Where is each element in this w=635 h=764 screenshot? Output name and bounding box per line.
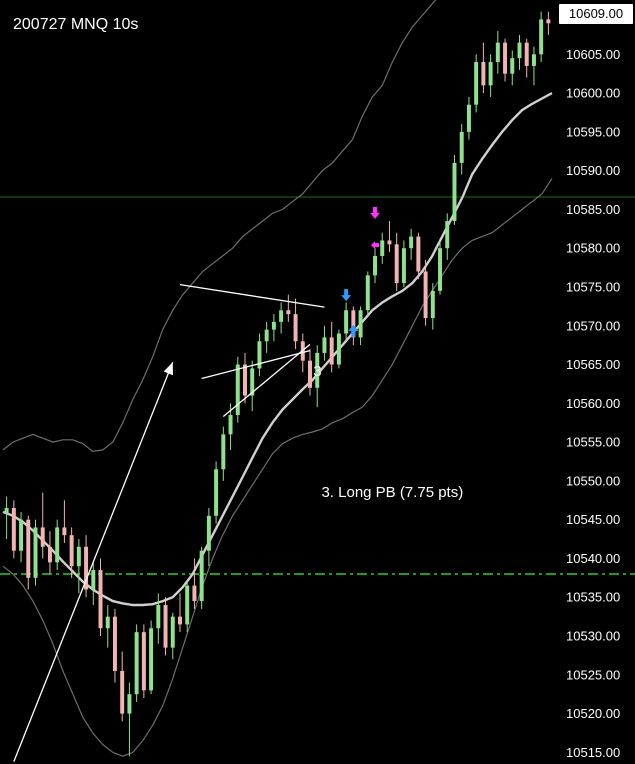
y-tick-label: 10600.00 — [566, 86, 620, 101]
candle-body — [221, 434, 226, 470]
candle-body — [336, 333, 341, 365]
candle-body — [47, 546, 52, 563]
candle-body — [373, 255, 378, 276]
candle-body — [488, 62, 493, 86]
candle-body — [531, 54, 536, 66]
candle-body — [55, 527, 60, 563]
candle-body — [271, 321, 276, 330]
candle-body — [199, 550, 204, 602]
candle-body — [177, 616, 182, 625]
candle-body — [394, 244, 399, 284]
candle-body — [91, 570, 96, 590]
candle-body — [409, 236, 414, 249]
y-tick-label: 10535.00 — [566, 590, 620, 605]
candle-body — [517, 42, 522, 59]
candle-body — [76, 546, 81, 567]
candle-body — [401, 248, 406, 284]
candle-body — [40, 527, 45, 547]
candle-body — [206, 515, 211, 551]
candle-body — [495, 42, 500, 63]
y-tick-label: 10550.00 — [566, 473, 620, 488]
price-chart[interactable]: 10515.00 10520.00 10525.00 10530.00 10535.00… — [0, 0, 635, 764]
candle-body — [459, 131, 464, 163]
candle-body — [149, 628, 154, 691]
candle-body — [474, 62, 479, 105]
candle-body — [98, 570, 103, 629]
candle-body — [430, 290, 435, 319]
y-tick-label: 10585.00 — [566, 202, 620, 217]
candle-body — [438, 248, 443, 291]
y-tick-label: 10605.00 — [566, 47, 620, 62]
candle-body — [192, 585, 197, 602]
candle-body — [466, 104, 471, 132]
candle-body — [416, 236, 421, 272]
candle-body — [141, 632, 146, 691]
candle-body — [214, 469, 219, 516]
candle-body — [163, 604, 168, 648]
candle-body — [19, 519, 24, 551]
candle-body — [524, 42, 529, 66]
candle-body — [539, 19, 544, 55]
candle-body — [134, 632, 139, 695]
candle-body — [156, 604, 161, 629]
setup-description-label: 3. Long PB (7.75 pts) — [321, 483, 464, 501]
candle-body — [286, 310, 291, 315]
candle-body — [69, 535, 74, 567]
candle-body — [452, 162, 457, 222]
candle-body — [344, 310, 349, 334]
candle-body — [329, 337, 334, 365]
y-tick-label: 10580.00 — [566, 241, 620, 256]
candle-body — [279, 310, 284, 322]
candle-body — [481, 62, 486, 86]
candle-body — [228, 414, 233, 435]
y-tick-label: 10540.00 — [566, 551, 620, 566]
y-tick-label: 10570.00 — [566, 318, 620, 333]
chart-root: 10515.00 10520.00 10525.00 10530.00 10535.00… — [0, 0, 635, 764]
chart-title: 200727 MNQ 10s — [13, 16, 139, 33]
candle-body — [33, 527, 38, 578]
y-tick-label: 10560.00 — [566, 396, 620, 411]
y-tick-label: 10565.00 — [566, 357, 620, 372]
candle-body — [105, 616, 110, 629]
y-tick-label: 10520.00 — [566, 706, 620, 721]
y-tick-label: 10545.00 — [566, 512, 620, 527]
y-tick-label: 10595.00 — [566, 124, 620, 139]
y-tick-label: 10525.00 — [566, 667, 620, 682]
y-tick-label: 10555.00 — [566, 435, 620, 450]
candle-body — [11, 508, 16, 551]
candle-body — [26, 519, 31, 578]
candle-body — [423, 271, 428, 319]
candle-body — [4, 508, 9, 514]
candle-body — [387, 240, 392, 245]
candle-body — [380, 240, 385, 256]
candle-body — [127, 694, 132, 714]
candle-body — [546, 19, 551, 24]
y-tick-label: 10530.00 — [566, 629, 620, 644]
y-tick-label: 10515.00 — [566, 745, 620, 760]
candle-body — [322, 337, 327, 353]
candle-body — [120, 670, 125, 714]
candle-body — [510, 58, 515, 74]
y-tick-label: 10575.00 — [566, 279, 620, 294]
candle-body — [358, 310, 363, 338]
candle-body — [445, 221, 450, 249]
candle-body — [243, 364, 247, 396]
candle-body — [112, 616, 117, 671]
y-tick-label: 10590.00 — [566, 163, 620, 178]
candle-body — [293, 314, 298, 342]
last-price-tag: 10609.00 — [559, 4, 633, 24]
candle-body — [170, 616, 175, 648]
candle-body — [503, 42, 508, 74]
candle-body — [62, 527, 67, 536]
candle-body — [185, 585, 190, 625]
candle-body — [365, 275, 370, 311]
candle-body — [308, 360, 312, 388]
candle-body — [264, 329, 269, 342]
setup-number-label: 3 — [313, 363, 322, 381]
candle-body — [235, 364, 240, 415]
